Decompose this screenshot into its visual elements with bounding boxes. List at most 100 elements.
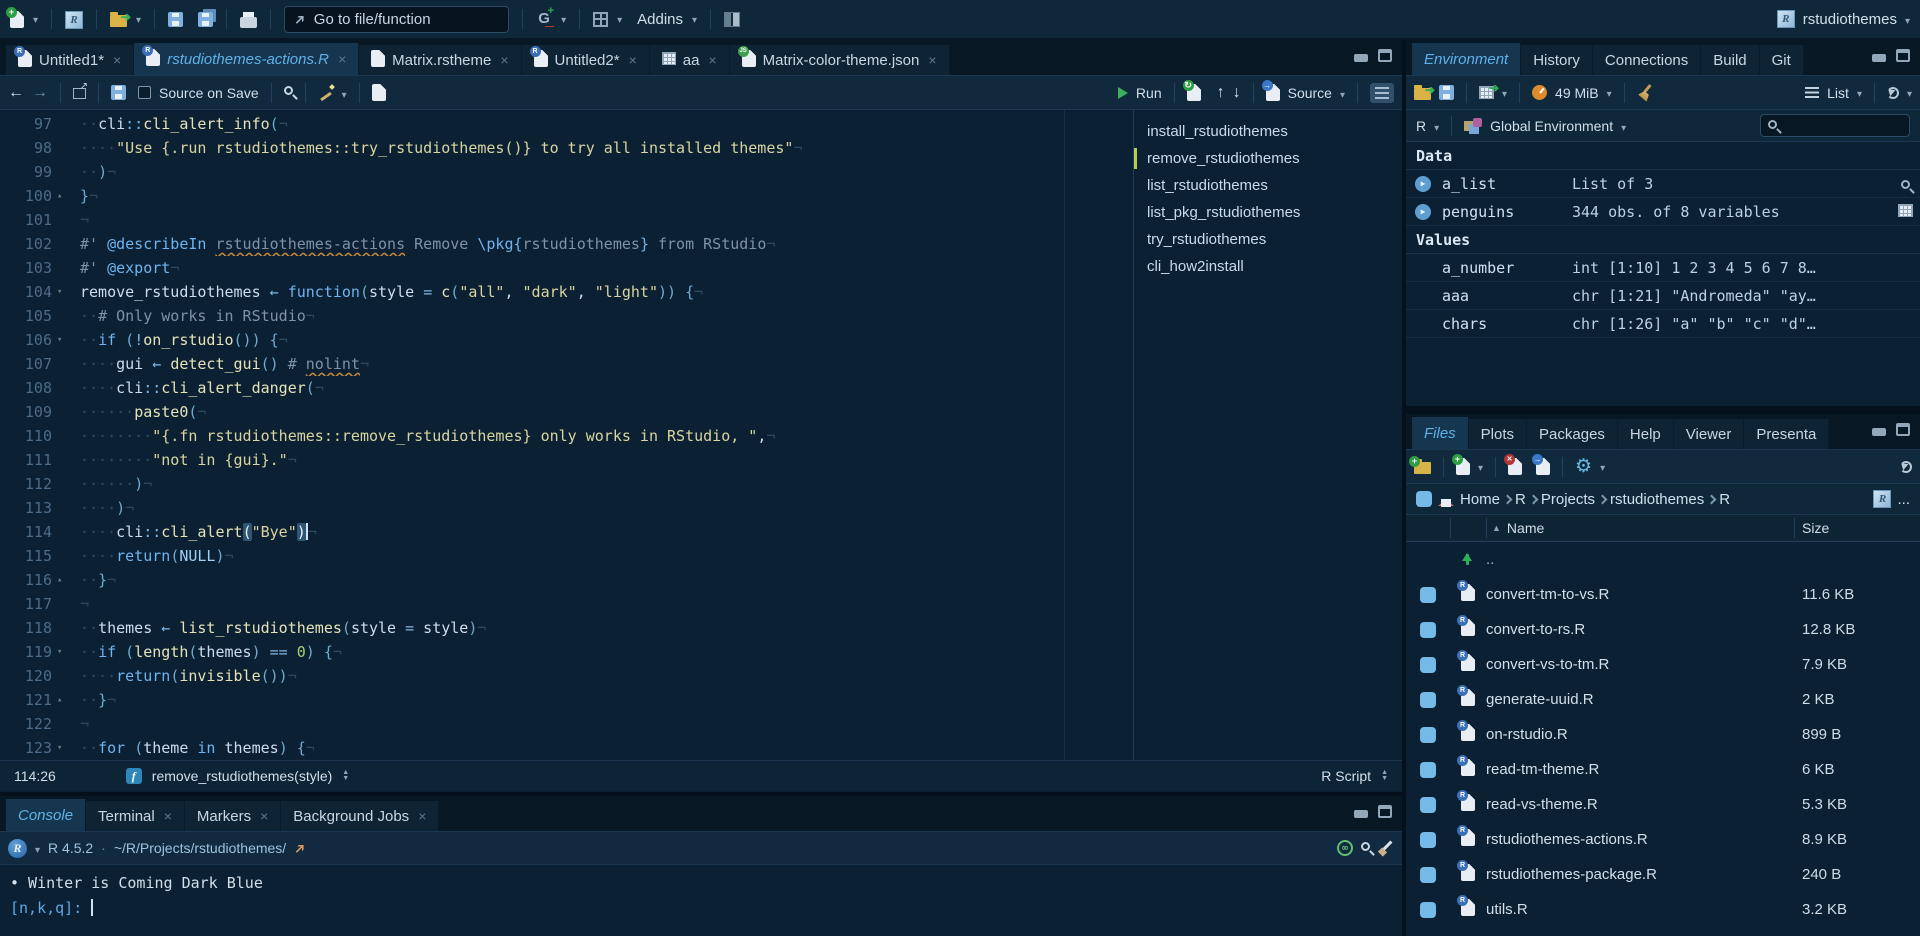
source-tab-untitled2[interactable]: RUntitled2*× <box>522 45 650 75</box>
new-file-icon[interactable]: + <box>10 11 24 28</box>
minimize-icon[interactable] <box>1872 428 1886 436</box>
workspace-panes-dropdown[interactable] <box>617 10 622 28</box>
tab-files[interactable]: Files <box>1412 417 1469 449</box>
environment-search-input[interactable] <box>1783 117 1902 134</box>
file-checkbox[interactable] <box>1420 832 1436 848</box>
print-icon[interactable] <box>240 17 257 28</box>
view-table-icon[interactable] <box>1898 198 1913 226</box>
file-checkbox[interactable] <box>1420 622 1436 638</box>
tab-help[interactable]: Help <box>1618 419 1674 449</box>
compile-report-icon[interactable] <box>372 84 386 101</box>
console-tab-console[interactable]: Console <box>6 799 86 831</box>
environment-object-row[interactable]: a_listList of 3 <box>1406 170 1920 198</box>
source-dropdown[interactable] <box>1340 85 1345 101</box>
file-row-generate-uuid-r[interactable]: Rgenerate-uuid.R2 KB <box>1406 682 1920 717</box>
fold-up-icon[interactable]: ▴ <box>52 184 80 208</box>
new-project-icon[interactable] <box>65 10 83 29</box>
run-previous-icon[interactable]: ↑ <box>1217 85 1225 101</box>
environment-selector[interactable]: Global Environment <box>1490 118 1613 134</box>
expand-icon[interactable] <box>1415 176 1431 192</box>
addins-dropdown[interactable] <box>692 10 697 28</box>
file-row-convert-tm-to-vs-r[interactable]: Rconvert-tm-to-vs.R11.6 KB <box>1406 577 1920 612</box>
save-icon[interactable] <box>168 12 183 27</box>
new-file-dropdown[interactable] <box>33 10 38 28</box>
sort-icon[interactable]: ▲ <box>1492 523 1501 533</box>
outline-item-install-rstudiothemes[interactable]: install_rstudiothemes <box>1134 118 1402 145</box>
tab-presenta[interactable]: Presenta <box>1744 419 1829 449</box>
open-in-new-window-icon[interactable] <box>73 88 86 99</box>
source-on-save-checkbox[interactable] <box>138 86 151 99</box>
clear-objects-icon[interactable] <box>1637 84 1654 101</box>
more-options-dropdown[interactable] <box>1600 458 1605 476</box>
close-tab-icon[interactable]: × <box>500 52 508 68</box>
environment-dropdown[interactable] <box>1621 118 1626 134</box>
more-options-gear-icon[interactable] <box>1575 457 1592 476</box>
save-icon[interactable] <box>111 85 126 100</box>
new-blank-file-dropdown[interactable] <box>1478 458 1483 476</box>
file-row-[interactable]: .. <box>1406 542 1920 577</box>
r-session-dropdown[interactable] <box>35 840 40 856</box>
environment-object-row[interactable]: a_numberint [1:10] 1 2 3 4 5 6 7 8… <box>1406 254 1920 282</box>
file-row-convert-to-rs-r[interactable]: Rconvert-to-rs.R12.8 KB <box>1406 612 1920 647</box>
source-tab-aa[interactable]: aa× <box>650 45 730 75</box>
fold-up-icon[interactable]: ▴ <box>52 568 80 592</box>
project-selector[interactable]: rstudiothemes <box>1777 10 1910 28</box>
expand-icon[interactable] <box>1415 204 1431 220</box>
file-checkbox[interactable] <box>1420 762 1436 778</box>
language-selector[interactable]: R <box>1416 118 1426 134</box>
outline-item-list-pkg-rstudiothemes[interactable]: list_pkg_rstudiothemes <box>1134 199 1402 226</box>
file-type-selector-icon[interactable] <box>1381 770 1388 782</box>
outline-item-cli-how2install[interactable]: cli_how2install <box>1134 253 1402 280</box>
file-type[interactable]: R Script <box>1321 768 1371 784</box>
import-dataset-icon[interactable] <box>1479 86 1494 99</box>
working-directory[interactable]: ~/R/Projects/rstudiothemes/ <box>114 840 286 856</box>
environment-object-row[interactable]: charschr [1:26] "a" "b" "c" "d"… <box>1406 310 1920 338</box>
scope-selector-icon[interactable] <box>342 770 349 782</box>
source-tab-rstudiothemes-actions-r[interactable]: Rrstudiothemes-actions.R× <box>134 43 359 75</box>
tab-build[interactable]: Build <box>1701 45 1759 75</box>
fold-up-icon[interactable]: ▴ <box>52 688 80 712</box>
file-row-on-rstudio-r[interactable]: Ron-rstudio.R899 B <box>1406 717 1920 752</box>
rerun-icon[interactable]: ↻ <box>1187 84 1201 101</box>
file-row-read-tm-theme-r[interactable]: Rread-tm-theme.R6 KB <box>1406 752 1920 787</box>
fold-down-icon[interactable]: ▾ <box>52 280 80 304</box>
close-tab-icon[interactable]: × <box>629 52 637 68</box>
environment-object-row[interactable]: penguins344 obs. of 8 variables <box>1406 198 1920 226</box>
select-all-checkbox[interactable] <box>1416 491 1432 507</box>
source-tab-matrix-rstheme[interactable]: Matrix.rstheme× <box>359 45 521 75</box>
environment-object-row[interactable]: aaachr [1:21] "Andromeda" "ay… <box>1406 282 1920 310</box>
delete-file-icon[interactable]: ✕ <box>1508 458 1522 475</box>
outline-item-remove-rstudiothemes[interactable]: remove_rstudiothemes <box>1134 145 1402 172</box>
maximize-icon[interactable] <box>1896 423 1910 436</box>
version-control-dropdown[interactable] <box>561 10 566 28</box>
memory-dropdown[interactable] <box>1607 84 1612 102</box>
tab-packages[interactable]: Packages <box>1527 419 1618 449</box>
code-tools-icon[interactable] <box>318 85 334 100</box>
minimize-icon[interactable] <box>1872 54 1886 62</box>
new-blank-file-icon[interactable]: + <box>1456 458 1470 475</box>
copy-file-icon[interactable]: → <box>1536 458 1550 475</box>
file-checkbox[interactable] <box>1420 902 1436 918</box>
breadcrumb-item-home[interactable]: Home <box>1460 491 1500 508</box>
open-file-icon[interactable] <box>110 15 127 27</box>
breadcrumb-item-rstudiothemes[interactable]: rstudiothemes <box>1610 491 1704 508</box>
column-name[interactable]: Name <box>1507 520 1544 536</box>
tab-plots[interactable]: Plots <box>1469 419 1527 449</box>
console-output[interactable]: • Winter is Coming Dark Blue [n,k,q]: <box>0 865 1402 927</box>
close-tab-icon[interactable]: × <box>260 808 268 824</box>
import-dataset-dropdown[interactable] <box>1502 84 1507 102</box>
panel-layout-icon[interactable] <box>724 12 740 27</box>
fold-down-icon[interactable]: ▾ <box>52 640 80 664</box>
source-file-icon[interactable]: → <box>1266 84 1280 101</box>
home-icon[interactable] <box>1438 492 1454 507</box>
close-tab-icon[interactable]: × <box>164 808 172 824</box>
function-scope[interactable]: remove_rstudiothemes(style) <box>152 768 333 784</box>
file-checkbox[interactable] <box>1420 867 1436 883</box>
refresh-icon[interactable] <box>1900 461 1912 473</box>
refresh-dropdown[interactable] <box>1907 84 1912 102</box>
back-icon[interactable]: ← <box>8 85 24 101</box>
document-outline-toggle-icon[interactable] <box>1370 83 1394 103</box>
inspect-object-icon[interactable] <box>1901 170 1910 198</box>
breadcrumb-more[interactable]: ... <box>1897 491 1910 508</box>
file-checkbox[interactable] <box>1420 657 1436 673</box>
